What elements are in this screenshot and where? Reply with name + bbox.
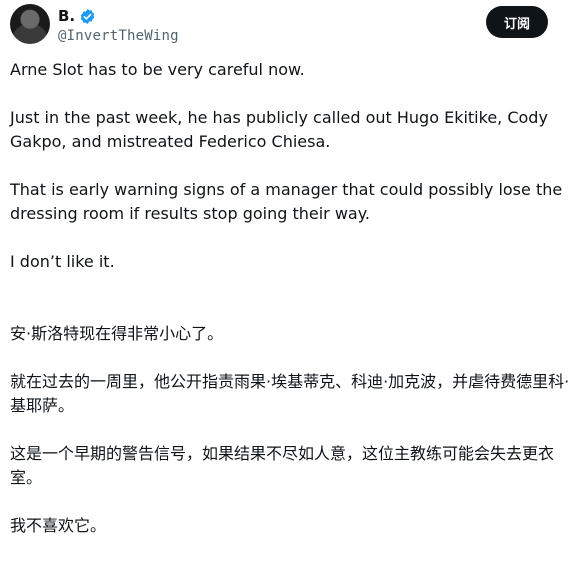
translated-paragraph: 这是一个早期的警告信号，如果结果不尽如人意，这位主教练可能会失去更衣室。 <box>10 444 555 487</box>
translated-paragraph: 就在过去的一周里，他公开指责雨果·埃基蒂克、科迪·加克波，并虐待费德里科·基耶萨… <box>10 372 570 415</box>
tweet-body: Arne Slot has to be very careful now. Ju… <box>10 58 575 562</box>
verified-badge-icon[interactable] <box>79 8 96 25</box>
author-handle[interactable]: @InvertTheWing <box>58 28 179 44</box>
tweet-paragraph: That is early warning signs of a manager… <box>10 180 568 223</box>
tweet-paragraph: Just in the past week, he has publicly c… <box>10 108 554 151</box>
author-info: B. @InvertTheWing <box>58 6 179 44</box>
tweet-header: B. @InvertTheWing 订阅 <box>10 4 578 48</box>
avatar[interactable] <box>10 4 50 44</box>
display-name[interactable]: B. <box>58 7 75 25</box>
tweet-paragraph: I don’t like it. <box>10 252 115 271</box>
display-name-row: B. <box>58 6 179 26</box>
tweet-paragraph: Arne Slot has to be very careful now. <box>10 60 305 79</box>
translated-paragraph: 我不喜欢它。 <box>10 516 107 535</box>
tweet: B. @InvertTheWing 订阅 Arne Slot has to be… <box>0 0 588 541</box>
translated-paragraph: 安·斯洛特现在得非常小心了。 <box>10 324 224 343</box>
subscribe-button[interactable]: 订阅 <box>486 6 548 38</box>
